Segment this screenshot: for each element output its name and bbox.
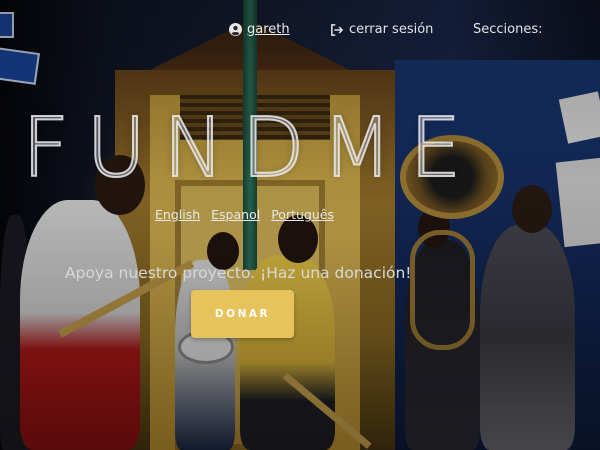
logout-label: cerrar sesión bbox=[349, 22, 434, 37]
user-profile-link[interactable]: gareth bbox=[229, 22, 290, 37]
user-circle-icon bbox=[229, 23, 242, 36]
sign-out-icon bbox=[331, 23, 344, 36]
language-english[interactable]: English bbox=[155, 207, 200, 222]
dark-overlay bbox=[0, 0, 600, 450]
sections-menu[interactable]: Secciones: bbox=[473, 22, 543, 37]
logout-link[interactable]: cerrar sesión bbox=[330, 22, 433, 37]
language-spanish[interactable]: Espanol bbox=[211, 207, 260, 222]
top-navigation: gareth cerrar sesión Secciones: bbox=[0, 22, 600, 44]
tagline: Apoya nuestro proyecto. ¡Haz una donació… bbox=[65, 264, 412, 282]
user-name: gareth bbox=[247, 22, 290, 37]
donate-button[interactable]: DONAR bbox=[191, 290, 294, 338]
language-selector: English Espanol Português bbox=[155, 207, 334, 222]
background-photo bbox=[0, 0, 600, 450]
language-portuguese[interactable]: Português bbox=[271, 207, 334, 222]
brand-title: FUNDME bbox=[21, 101, 479, 196]
